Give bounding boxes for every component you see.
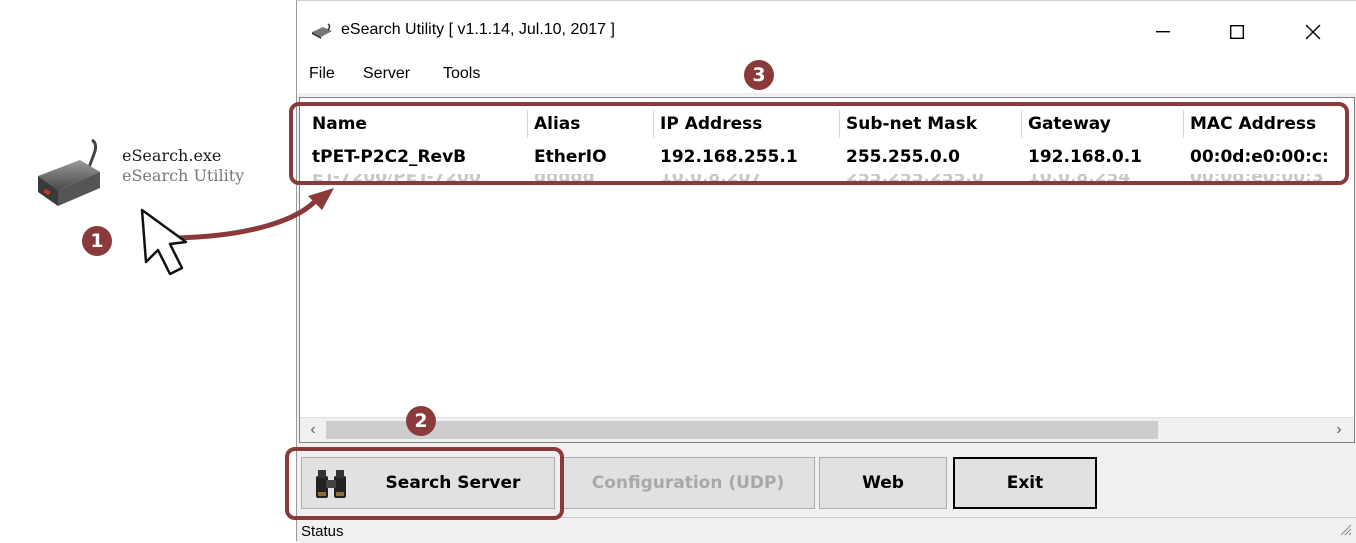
step-badge-2: 2 <box>406 406 436 436</box>
step-badge-3: 3 <box>744 60 774 90</box>
cursor-icon <box>140 208 188 276</box>
pointer-arrow-annotation <box>140 188 334 276</box>
step-badge-1: 1 <box>82 226 112 256</box>
